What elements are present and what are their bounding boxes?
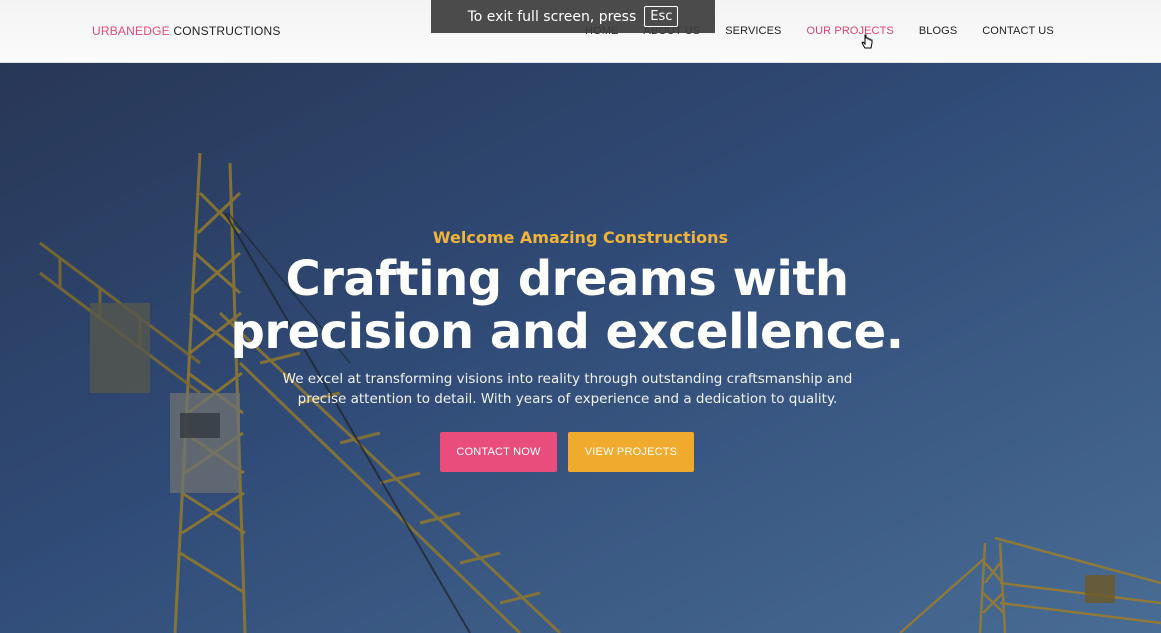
page: To exit full screen, press Esc URBANEDGE… xyxy=(0,0,1161,633)
esc-key-badge: Esc xyxy=(644,6,679,27)
hand-cursor-icon xyxy=(861,34,873,49)
nav-services[interactable]: SERVICES xyxy=(725,25,781,37)
nav-blogs[interactable]: BLOGS xyxy=(919,25,957,37)
brand-rest: CONSTRUCTIONS xyxy=(169,24,281,38)
fullscreen-toast: To exit full screen, press Esc xyxy=(431,0,715,33)
hero-subtext: We excel at transforming visions into re… xyxy=(282,371,853,407)
hero-headline-line-1: Crafting dreams with xyxy=(285,251,850,307)
fullscreen-toast-message: To exit full screen, press xyxy=(467,8,637,25)
view-projects-button[interactable]: VIEW PROJECTS xyxy=(568,432,694,472)
nav-our-projects[interactable]: OUR PROJECTS xyxy=(806,25,893,37)
hero-eyebrow: Welcome Amazing Constructions xyxy=(432,228,729,247)
contact-now-button[interactable]: CONTACT NOW xyxy=(440,432,557,472)
brand-logo[interactable]: URBANEDGE CONSTRUCTIONS xyxy=(92,24,281,38)
nav-contact-us[interactable]: CONTACT US xyxy=(982,25,1054,37)
hero-headline-line-2: precision and excellence. xyxy=(230,304,904,360)
brand-accent: URBANEDGE xyxy=(92,24,170,38)
hero-headline: Crafting dreams with precision and excel… xyxy=(0,253,1134,359)
hero-section: Welcome Amazing Constructions Crafting d… xyxy=(0,63,1161,633)
